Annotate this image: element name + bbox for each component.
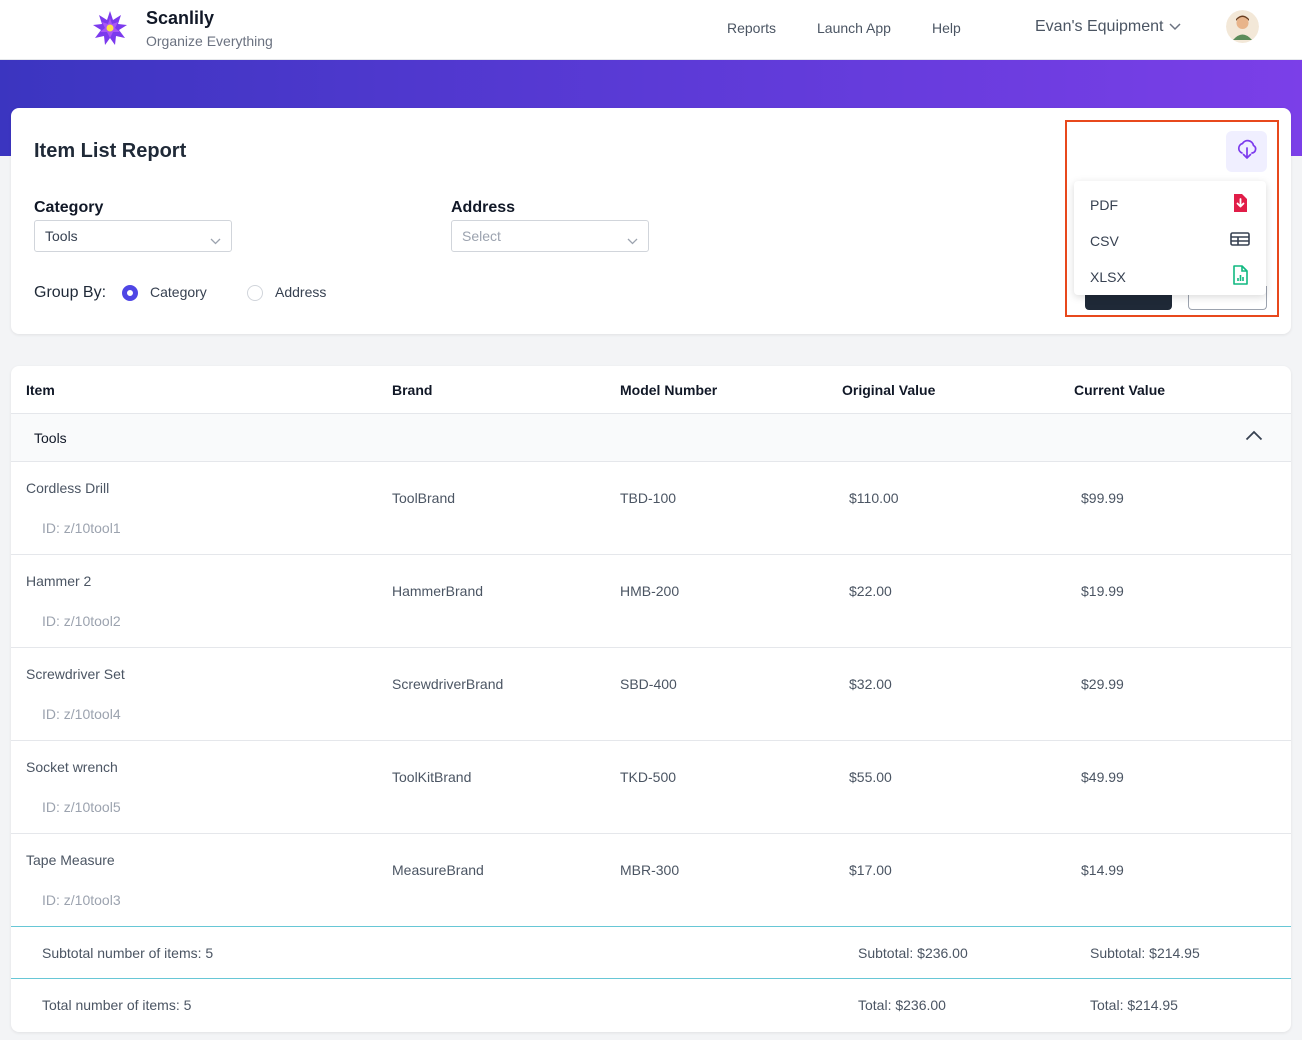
- category-select-value: Tools: [45, 228, 78, 244]
- group-by-address-radio[interactable]: [247, 285, 263, 301]
- item-current-value: $99.99: [1081, 490, 1124, 506]
- export-pdf-label: PDF: [1090, 197, 1118, 213]
- table-row[interactable]: Socket wrench ID: z/10tool5 ToolKitBrand…: [11, 741, 1291, 834]
- subtotal-count: Subtotal number of items: 5: [42, 945, 214, 961]
- item-name: Screwdriver Set: [26, 666, 125, 682]
- total-row: Total number of items: 5 Total: $236.00 …: [11, 978, 1291, 1030]
- item-model: TBD-100: [620, 490, 677, 506]
- item-brand: HammerBrand: [392, 583, 484, 599]
- table-row[interactable]: Tape Measure ID: z/10tool3 MeasureBrand …: [11, 834, 1291, 927]
- subtotal-current: Subtotal: $214.95: [1090, 945, 1200, 961]
- item-brand: ScrewdriverBrand: [392, 676, 504, 692]
- subtotal-row: Subtotal number of items: 5 Subtotal: $2…: [11, 926, 1291, 978]
- chevron-up-icon[interactable]: [1245, 428, 1263, 446]
- item-current-value: $49.99: [1081, 769, 1124, 785]
- item-report-table: Item Brand Model Number Original Value C…: [11, 366, 1291, 1032]
- item-original-value: $22.00: [849, 583, 892, 599]
- item-original-value: $32.00: [849, 676, 892, 692]
- item-model: MBR-300: [620, 862, 680, 878]
- item-name: Cordless Drill: [26, 480, 110, 496]
- item-id: ID: z/10tool2: [42, 613, 121, 629]
- item-original-value: $55.00: [849, 769, 892, 785]
- column-header-original-value: Original Value: [842, 382, 936, 398]
- item-name: Tape Measure: [26, 852, 115, 868]
- nav-help-link[interactable]: Help: [932, 20, 961, 36]
- export-xlsx-label: XLSX: [1090, 269, 1126, 285]
- account-switcher[interactable]: Evan's Equipment: [1035, 18, 1181, 36]
- cloud-download-icon: [1235, 137, 1259, 166]
- user-avatar[interactable]: [1226, 10, 1259, 43]
- address-label: Address: [451, 199, 516, 216]
- top-navbar: Scanlily Organize Everything Reports Lau…: [0, 0, 1302, 60]
- table-row[interactable]: Hammer 2 ID: z/10tool2 HammerBrand HMB-2…: [11, 555, 1291, 648]
- nav-launch-app-link[interactable]: Launch App: [817, 20, 891, 36]
- export-xlsx-option[interactable]: XLSX: [1074, 256, 1266, 292]
- group-by-address-label[interactable]: Address: [275, 284, 326, 300]
- chevron-down-icon: [1169, 18, 1181, 36]
- address-select-placeholder: Select: [462, 228, 501, 244]
- total-current: Total: $214.95: [1090, 997, 1178, 1013]
- export-menu: PDF CSV XLSX: [1074, 181, 1266, 295]
- category-label: Category: [34, 199, 104, 216]
- export-csv-option[interactable]: CSV: [1074, 220, 1266, 256]
- item-brand: ToolBrand: [392, 490, 456, 506]
- item-brand: ToolKitBrand: [392, 769, 472, 785]
- item-current-value: $29.99: [1081, 676, 1124, 692]
- group-by-category-label[interactable]: Category: [150, 284, 207, 300]
- item-current-value: $14.99: [1081, 862, 1124, 878]
- group-by-category-radio[interactable]: [122, 285, 138, 301]
- item-model: TKD-500: [620, 769, 677, 785]
- item-model: SBD-400: [620, 676, 677, 692]
- table-header: Item Brand Model Number Original Value C…: [11, 366, 1291, 414]
- table-icon: [1230, 229, 1250, 249]
- pdf-file-icon: [1230, 193, 1250, 213]
- item-name: Socket wrench: [26, 759, 118, 775]
- total-original: Total: $236.00: [858, 997, 946, 1013]
- item-id: ID: z/10tool4: [42, 706, 121, 722]
- table-row[interactable]: Screwdriver Set ID: z/10tool4 Screwdrive…: [11, 648, 1291, 741]
- chevron-down-icon: [210, 232, 221, 250]
- app-tagline: Organize Everything: [146, 33, 273, 49]
- item-current-value: $19.99: [1081, 583, 1124, 599]
- account-name: Evan's Equipment: [1035, 18, 1164, 35]
- item-original-value: $110.00: [849, 490, 899, 506]
- column-header-brand: Brand: [392, 382, 433, 398]
- subtotal-original: Subtotal: $236.00: [858, 945, 968, 961]
- item-model: HMB-200: [620, 583, 680, 599]
- address-select[interactable]: Select: [451, 220, 649, 252]
- scanlily-logo-icon[interactable]: [92, 10, 128, 46]
- chevron-down-icon: [627, 232, 638, 250]
- column-header-current-value: Current Value: [1074, 382, 1166, 398]
- table-row[interactable]: Cordless Drill ID: z/10tool1 ToolBrand T…: [11, 462, 1291, 555]
- group-row-tools[interactable]: Tools: [11, 414, 1291, 462]
- page-title: Item List Report: [34, 140, 187, 162]
- export-pdf-option[interactable]: PDF: [1074, 184, 1266, 220]
- group-name: Tools: [34, 430, 67, 446]
- category-select[interactable]: Tools: [34, 220, 232, 252]
- export-download-button[interactable]: [1226, 131, 1267, 172]
- item-id: ID: z/10tool5: [42, 799, 121, 815]
- column-header-item: Item: [26, 382, 55, 398]
- item-id: ID: z/10tool1: [42, 520, 121, 536]
- nav-reports-link[interactable]: Reports: [727, 20, 776, 36]
- spreadsheet-icon: [1230, 265, 1250, 285]
- app-name: Scanlily: [146, 8, 215, 28]
- item-brand: MeasureBrand: [392, 862, 484, 878]
- column-header-model-number: Model Number: [620, 382, 718, 398]
- item-name: Hammer 2: [26, 573, 92, 589]
- export-csv-label: CSV: [1090, 233, 1119, 249]
- total-count: Total number of items: 5: [42, 997, 192, 1013]
- group-by-label: Group By:: [34, 284, 107, 301]
- item-id: ID: z/10tool3: [42, 892, 121, 908]
- item-original-value: $17.00: [849, 862, 892, 878]
